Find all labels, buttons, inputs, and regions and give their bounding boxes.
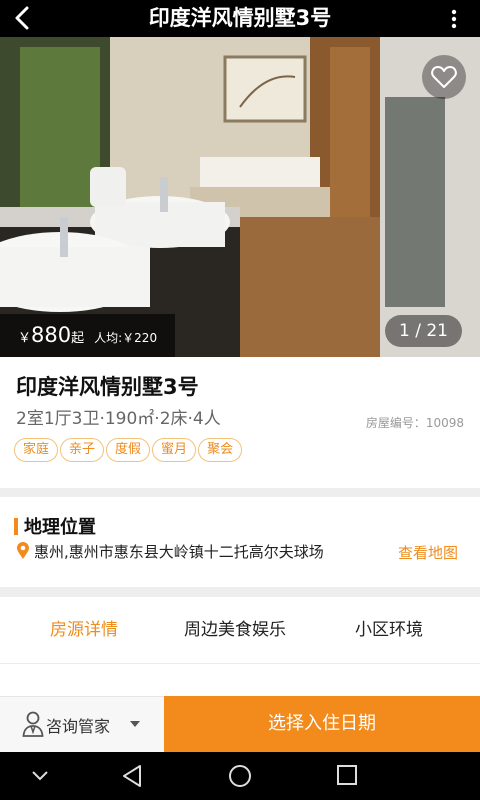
page-title: 印度洋风情别墅3号	[148, 6, 332, 30]
listing-code: 房屋编号：10098	[365, 416, 464, 430]
section-accent-bar	[14, 518, 18, 535]
caret-down-icon	[130, 721, 140, 727]
listing-info: 印度洋风情别墅3号 2室1厅3卫·190㎡·2床·4人 房屋编号：10098 家…	[0, 357, 480, 488]
tab-nearby-food-entertainment[interactable]: 周边美食娱乐	[184, 597, 286, 664]
price-overlay: ￥880起 人均:￥220	[0, 314, 175, 357]
listing-spec: 2室1厅3卫·190㎡·2床·4人	[16, 409, 221, 429]
butler-person-icon	[22, 711, 44, 737]
heart-outline-icon	[431, 66, 457, 88]
favorite-button[interactable]	[422, 55, 466, 99]
detail-tabs: 房源详情 周边美食娱乐 小区环境	[0, 597, 480, 664]
bottom-action-bar: 咨询管家 选择入住日期	[0, 696, 480, 752]
nav-home-icon[interactable]	[228, 764, 252, 788]
tag: 蜜月	[152, 438, 197, 462]
tag: 度假	[106, 438, 151, 462]
more-vertical-icon[interactable]	[442, 8, 466, 30]
listing-name: 印度洋风情别墅3号	[16, 375, 199, 399]
section-divider	[0, 488, 480, 497]
location-pin-icon	[17, 542, 29, 559]
tab-listing-details[interactable]: 房源详情	[50, 597, 118, 664]
section-divider	[0, 587, 480, 597]
currency-symbol: ￥	[18, 331, 32, 346]
photo-gallery[interactable]: ￥880起 人均:￥220 1 / 21	[0, 37, 480, 357]
per-person-price: 人均:￥220	[94, 331, 158, 345]
price-value: 880	[31, 323, 72, 347]
nav-recents-icon[interactable]	[336, 764, 358, 786]
choose-checkin-date-button[interactable]: 选择入住日期	[164, 696, 480, 752]
system-navigation-bar	[0, 752, 480, 800]
photo-counter: 1 / 21	[385, 315, 462, 347]
location-heading: 地理位置	[24, 517, 96, 538]
tab-community-environment[interactable]: 小区环境	[355, 597, 423, 664]
consult-butler-button[interactable]: 咨询管家	[0, 696, 164, 752]
tag-list: 家庭 亲子 度假 蜜月 聚会	[14, 438, 244, 462]
chevron-down-icon[interactable]	[30, 770, 50, 782]
app-header: 印度洋风情别墅3号	[0, 0, 480, 37]
price-suffix: 起	[71, 331, 85, 346]
bathroom-photo	[0, 37, 480, 357]
tag: 亲子	[60, 438, 105, 462]
tag: 家庭	[14, 438, 59, 462]
view-map-link[interactable]: 查看地图	[398, 542, 458, 563]
location-address: 惠州,惠州市惠东县大岭镇十二托高尔夫球场	[34, 543, 324, 561]
nav-back-icon[interactable]	[120, 764, 144, 788]
back-arrow-icon[interactable]	[8, 4, 38, 32]
tag: 聚会	[198, 438, 243, 462]
location-section: 地理位置 惠州,惠州市惠东县大岭镇十二托高尔夫球场 查看地图	[0, 497, 480, 587]
consult-butler-label: 咨询管家	[46, 717, 111, 736]
